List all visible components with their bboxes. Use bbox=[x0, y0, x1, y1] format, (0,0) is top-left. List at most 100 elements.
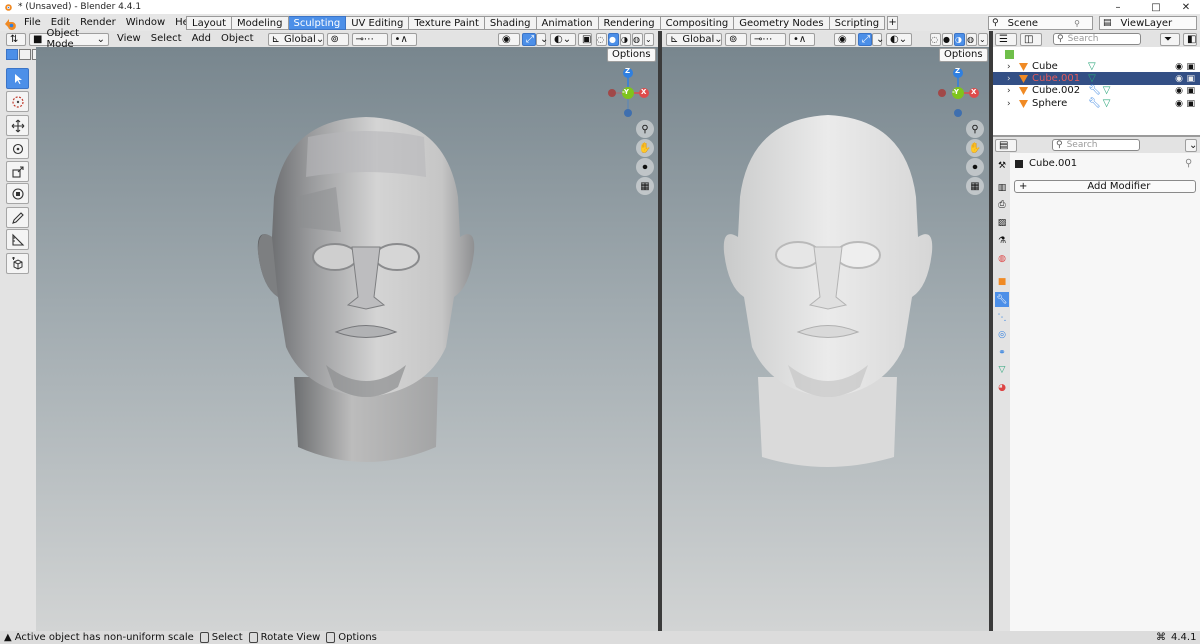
editor-type-button[interactable]: ⇅ bbox=[6, 32, 26, 46]
menu-select[interactable]: Select bbox=[146, 31, 187, 47]
right-transform-orientation[interactable]: ⊾ Global ⌄ bbox=[666, 32, 723, 46]
pan-button[interactable]: ✋ bbox=[636, 139, 654, 157]
tab-shading[interactable]: Shading bbox=[484, 16, 537, 30]
right-gizmo-dropdown[interactable]: ⌄ bbox=[872, 32, 884, 46]
outliner-row-cube-002[interactable]: › Cube.002 🔧︎ ▽ ◉ ▣ bbox=[993, 84, 1200, 97]
tab-object[interactable]: ■ bbox=[995, 274, 1009, 289]
camera-view-button[interactable]: ⏺ bbox=[636, 158, 654, 176]
menu-view[interactable]: View bbox=[112, 31, 146, 47]
properties-options-dropdown[interactable]: ⌄ bbox=[1185, 138, 1197, 152]
transform-orientation[interactable]: ⊾ Global ⌄ bbox=[267, 32, 324, 46]
axis-gizmo[interactable]: Z X -Y bbox=[602, 67, 654, 119]
camera-icon[interactable]: ▣ bbox=[1186, 74, 1195, 84]
snap-button[interactable]: ⊸⋯ bbox=[351, 32, 388, 46]
right-pan-button[interactable]: ✋ bbox=[966, 139, 984, 157]
proportional-edit-button[interactable]: •∧ bbox=[390, 32, 417, 46]
move-tool[interactable] bbox=[6, 115, 29, 136]
eye-icon[interactable]: ◉ bbox=[1175, 74, 1183, 84]
tab-modifiers[interactable]: 🔧︎ bbox=[995, 292, 1009, 307]
right-overlay-button[interactable]: ◐⌄ bbox=[886, 32, 912, 46]
filter-button[interactable]: ⏷ bbox=[1160, 32, 1180, 46]
right-visibility-button[interactable]: ◉ bbox=[834, 32, 856, 46]
tab-world[interactable]: ◍ bbox=[995, 251, 1009, 266]
tab-view-layer[interactable]: ▨ bbox=[995, 215, 1009, 230]
right-perspective-toggle[interactable]: ▦ bbox=[966, 177, 984, 195]
properties-editor-type[interactable]: ▤ bbox=[995, 138, 1017, 152]
outliner-editor-type[interactable]: ☰ bbox=[995, 32, 1017, 46]
expand-chevron-icon[interactable]: › bbox=[1007, 86, 1015, 96]
right-axis-gizmo[interactable]: Z X -Y bbox=[932, 67, 984, 119]
camera-icon[interactable]: ▣ bbox=[1186, 86, 1195, 96]
tab-layout[interactable]: Layout bbox=[186, 16, 232, 30]
tab-output[interactable]: ⎙ bbox=[995, 197, 1009, 212]
outliner-row-sphere[interactable]: › Sphere 🔧︎ ▽ ◉ ▣ bbox=[993, 97, 1200, 110]
tab-data[interactable]: ▽ bbox=[995, 362, 1009, 377]
tab-particles[interactable]: ⋱ bbox=[995, 310, 1009, 325]
tab-material[interactable]: ◕ bbox=[995, 380, 1009, 395]
wireframe-shading-button[interactable]: ◌ bbox=[596, 33, 607, 46]
overlay-button[interactable]: ◐⌄ bbox=[550, 32, 576, 46]
tab-sculpting[interactable]: Sculpting bbox=[288, 16, 347, 30]
xray-button[interactable]: ▣ bbox=[578, 32, 592, 46]
shading-dropdown[interactable]: ⌄ bbox=[644, 33, 654, 46]
gizmo-dropdown[interactable]: ⌄ bbox=[536, 32, 548, 46]
tab-animation[interactable]: Animation bbox=[536, 16, 599, 30]
new-collection-button[interactable]: ◧ bbox=[1183, 32, 1197, 46]
menu-window[interactable]: Window bbox=[121, 14, 170, 31]
tab-render[interactable]: ▥ bbox=[995, 180, 1009, 195]
annotate-tool[interactable] bbox=[6, 207, 29, 228]
right-material-button[interactable]: ◑ bbox=[954, 33, 965, 46]
eye-icon[interactable]: ◉ bbox=[1175, 62, 1183, 72]
eye-icon[interactable]: ◉ bbox=[1175, 99, 1183, 109]
right-shading-dropdown[interactable]: ⌄ bbox=[978, 33, 988, 46]
scale-tool[interactable] bbox=[6, 161, 29, 182]
right-viewport[interactable]: Z X -Y ⚲ ✋ ⏺ ▦ bbox=[662, 47, 989, 631]
right-rendered-button[interactable]: ◍ bbox=[966, 33, 977, 46]
transform-tool[interactable] bbox=[6, 183, 29, 204]
rendered-shading-button[interactable]: ◍ bbox=[632, 33, 643, 46]
tab-uv-editing[interactable]: UV Editing bbox=[346, 16, 410, 30]
zoom-button[interactable]: ⚲ bbox=[636, 120, 654, 138]
right-solid-button[interactable]: ● bbox=[942, 33, 953, 46]
eye-icon[interactable]: ◉ bbox=[1175, 86, 1183, 96]
right-gizmo-toggle[interactable]: ⤢ bbox=[858, 32, 872, 46]
right-wireframe-button[interactable]: ◌ bbox=[930, 33, 941, 46]
menu-file[interactable]: File bbox=[19, 14, 46, 31]
tab-geometry-nodes[interactable]: Geometry Nodes bbox=[734, 16, 830, 30]
gizmo-toggle[interactable]: ⤢ bbox=[522, 32, 536, 46]
select-new-button[interactable] bbox=[6, 48, 18, 60]
tab-scene[interactable]: ⚗ bbox=[995, 233, 1009, 248]
perspective-toggle[interactable]: ▦ bbox=[636, 177, 654, 195]
add-modifier-button[interactable]: + Add Modifier bbox=[1014, 180, 1196, 193]
minimize-button[interactable]: – bbox=[1098, 0, 1138, 14]
expand-chevron-icon[interactable]: › bbox=[1007, 99, 1015, 109]
measure-tool[interactable] bbox=[6, 229, 29, 250]
material-shading-button[interactable]: ◑ bbox=[620, 33, 631, 46]
blender-menu-icon[interactable] bbox=[3, 16, 17, 30]
right-proportional-edit-button[interactable]: •∧ bbox=[789, 32, 815, 46]
menu-object[interactable]: Object bbox=[216, 31, 259, 47]
view-layer-selector[interactable]: ▤ ViewLayer bbox=[1099, 16, 1197, 30]
pivot-button[interactable]: ⊚ bbox=[326, 32, 349, 46]
right-pivot-button[interactable]: ⊚ bbox=[725, 32, 747, 46]
select-extend-button[interactable] bbox=[19, 48, 31, 60]
expand-chevron-icon[interactable]: › bbox=[1007, 62, 1015, 72]
tab-tool[interactable]: ⚒ bbox=[995, 158, 1009, 173]
tab-texture-paint[interactable]: Texture Paint bbox=[409, 16, 485, 30]
left-options-button[interactable]: Options bbox=[607, 48, 656, 62]
right-zoom-button[interactable]: ⚲ bbox=[966, 120, 984, 138]
properties-search-input[interactable]: ⚲ Search bbox=[1052, 139, 1140, 151]
add-cube-tool[interactable] bbox=[6, 253, 29, 274]
tab-physics[interactable]: ◎ bbox=[995, 327, 1009, 342]
cursor-tool[interactable] bbox=[6, 91, 29, 112]
camera-icon[interactable]: ▣ bbox=[1186, 99, 1195, 109]
tab-rendering[interactable]: Rendering bbox=[598, 16, 661, 30]
tab-constraints[interactable]: ⚭ bbox=[995, 345, 1009, 360]
scene-selector[interactable]: ⚲ Scene ⚲ bbox=[988, 16, 1093, 30]
select-tool[interactable] bbox=[6, 68, 29, 89]
tab-modeling[interactable]: Modeling bbox=[232, 16, 289, 30]
display-mode-button[interactable]: ◫ bbox=[1020, 32, 1042, 46]
pin-icon[interactable]: ⚲ bbox=[1185, 158, 1192, 169]
right-snap-button[interactable]: ⊸⋯ bbox=[750, 32, 786, 46]
expand-chevron-icon[interactable]: › bbox=[1007, 74, 1015, 84]
